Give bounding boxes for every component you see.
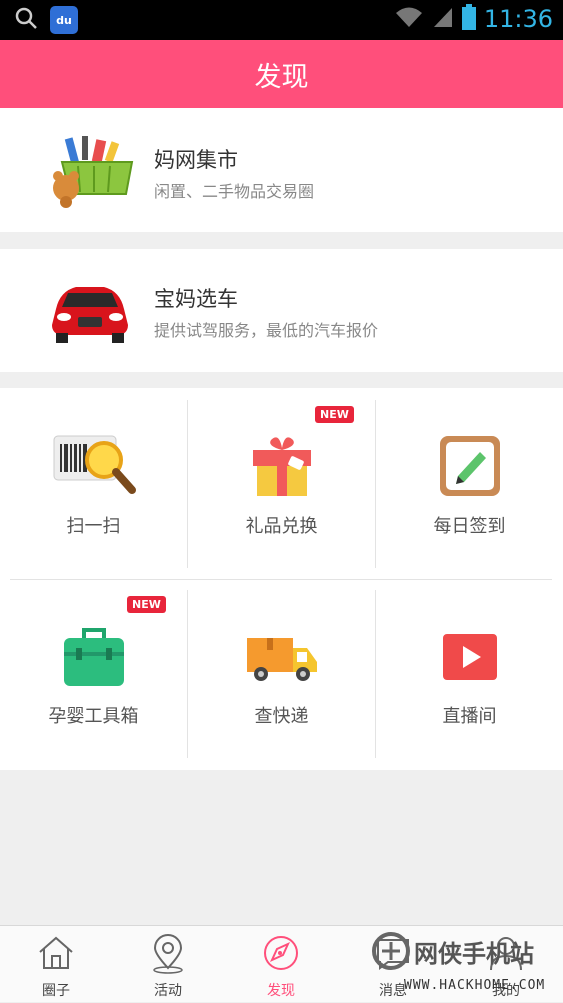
tab-discover[interactable]: 发现 (225, 926, 337, 1003)
tab-activity[interactable]: 活动 (112, 926, 224, 1003)
grid-item-express[interactable]: 查快递 (188, 590, 375, 760)
card-car[interactable]: 宝妈选车 提供试驾服务，最低的汽车报价 (0, 249, 563, 372)
card-title: 妈网集市 (154, 148, 238, 172)
watermark-logo-icon (370, 930, 412, 976)
divider (10, 579, 552, 580)
status-bar: du 11:36 (0, 0, 563, 40)
car-icon (48, 279, 132, 349)
grid-item-label: 孕婴工具箱 (48, 706, 139, 727)
tools-grid: 扫一扫 NEW 礼品兑换 每日签到 NEW 孕婴工具箱 查快递 直播间 (0, 388, 563, 770)
grid-item-label: 查快递 (254, 706, 309, 727)
location-pin-icon (149, 934, 187, 978)
play-video-icon (441, 632, 499, 686)
watermark: 网侠手机站 WWW.HACKHOME.COM (370, 928, 563, 1002)
shopping-basket-icon (48, 136, 134, 212)
grid-item-label: 每日签到 (433, 516, 506, 537)
tab-label: 活动 (154, 983, 182, 999)
page-title: 发现 (254, 61, 309, 93)
wifi-icon (394, 5, 424, 33)
grid-item-label: 直播间 (442, 706, 497, 727)
search-icon (14, 6, 38, 34)
delivery-truck-icon (245, 634, 319, 688)
home-icon (37, 934, 75, 976)
new-badge: NEW (127, 596, 166, 613)
grid-item-toolbox[interactable]: NEW 孕婴工具箱 (0, 590, 187, 760)
watermark-url: WWW.HACKHOME.COM (404, 978, 546, 993)
card-subtitle: 提供试驾服务，最低的汽车报价 (154, 321, 379, 340)
tab-label: 发现 (267, 983, 295, 999)
grid-item-live[interactable]: 直播间 (376, 590, 563, 760)
baidu-app-icon: du (50, 6, 78, 34)
notepad-pencil-icon (438, 434, 502, 502)
card-title: 宝妈选车 (154, 287, 238, 311)
tab-circle[interactable]: 圈子 (0, 926, 112, 1003)
grid-item-gift[interactable]: NEW 礼品兑换 (188, 400, 375, 570)
battery-icon (461, 4, 476, 34)
header-bar: 发现 (0, 40, 563, 108)
gift-icon (249, 432, 315, 502)
card-subtitle: 闲置、二手物品交易圈 (154, 182, 315, 201)
barcode-scan-icon (52, 432, 136, 500)
signal-icon (432, 5, 454, 33)
watermark-text: 网侠手机站 (414, 940, 534, 968)
clock: 11:36 (483, 5, 553, 33)
new-badge: NEW (315, 406, 354, 423)
grid-item-label: 礼品兑换 (245, 516, 318, 537)
tab-label: 圈子 (42, 983, 70, 999)
card-market[interactable]: 妈网集市 闲置、二手物品交易圈 (0, 108, 563, 232)
grid-item-label: 扫一扫 (66, 516, 121, 537)
grid-item-checkin[interactable]: 每日签到 (376, 400, 563, 570)
discover-icon (262, 934, 300, 976)
toolbox-icon (62, 626, 126, 692)
grid-item-scan[interactable]: 扫一扫 (0, 400, 187, 570)
